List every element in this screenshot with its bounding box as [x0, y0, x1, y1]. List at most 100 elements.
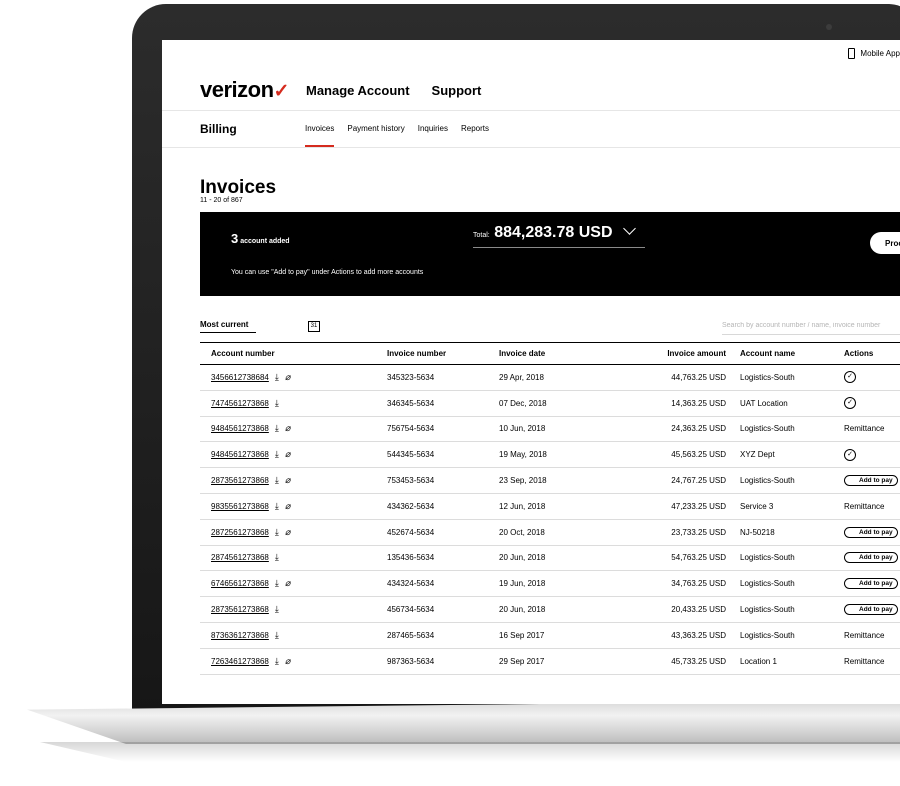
download-icon[interactable]: ⤓ — [275, 372, 279, 383]
remittance-link[interactable]: Remittance — [844, 657, 884, 666]
paperclip-icon[interactable]: ⌀ — [285, 501, 290, 512]
calendar-icon[interactable]: 31 — [308, 321, 320, 332]
download-icon[interactable]: ⤓ — [275, 527, 279, 538]
account-number-link[interactable]: 7263461273868 — [211, 657, 269, 666]
tab-inquiries[interactable]: Inquiries — [418, 124, 448, 133]
remittance-link[interactable]: Remittance — [844, 424, 884, 433]
cell-invoice-number: 753453-5634 — [387, 467, 499, 494]
cell-actions: ✓ — [844, 390, 900, 417]
cell-invoice-amount: 44,763.25 USD — [599, 364, 740, 391]
cell-actions: Add to pay — [844, 596, 900, 623]
screen: Mobile App verizon✓ Manage Account Suppo… — [162, 40, 900, 704]
download-icon[interactable]: ⤓ — [275, 501, 279, 512]
download-icon[interactable]: ⤓ — [275, 398, 279, 409]
account-number-link[interactable]: 2873561273868 — [211, 476, 269, 485]
cell-invoice-amount: 34,763.25 USD — [599, 570, 740, 598]
account-number-link[interactable]: 7474561273868 — [211, 399, 269, 408]
cell-account-number: 8736361273868 ⤓ — [200, 622, 387, 649]
search-input[interactable] — [722, 317, 900, 335]
add-to-pay-button[interactable]: Add to pay — [844, 552, 898, 564]
proceed-button[interactable]: Proceed — [870, 232, 900, 254]
filter-row: Most current 31 — [200, 316, 900, 340]
account-number-link[interactable]: 8736361273868 — [211, 631, 269, 640]
table-row: 9484561273868 ⤓ ⌀ 544345-5634 19 May, 2018 45… — [200, 441, 900, 469]
cell-invoice-amount: 47,233.25 USD — [599, 493, 740, 520]
cell-account-number: 7263461273868 ⤓ ⌀ — [200, 648, 387, 675]
result-count: 11 - 20 of 867 — [200, 197, 243, 204]
cell-account-number: 2873561273868 ⤓ — [200, 596, 387, 623]
cell-invoice-amount: 54,763.25 USD — [599, 545, 740, 572]
tab-invoices[interactable]: Invoices — [305, 124, 335, 147]
account-number-link[interactable]: 2872561273868 — [211, 528, 269, 537]
nav-manage-account[interactable]: Manage Account — [306, 83, 410, 98]
download-icon[interactable]: ⤓ — [275, 475, 279, 486]
account-number-link[interactable]: 9484561273868 — [211, 424, 269, 433]
cell-account-number: 9484561273868 ⤓ ⌀ — [200, 416, 387, 443]
download-icon[interactable]: ⤓ — [275, 604, 279, 615]
accounts-added-count: 3 — [231, 231, 239, 246]
account-number-link[interactable]: 2873561273868 — [211, 605, 269, 614]
total-value: 884,283.78 USD — [494, 224, 613, 241]
account-number-link[interactable]: 2874561273868 — [211, 553, 269, 562]
verizon-logo[interactable]: verizon✓ — [200, 77, 289, 103]
cell-account-name: XYZ Dept — [740, 441, 844, 469]
add-to-pay-button[interactable]: Add to pay — [844, 604, 898, 616]
check-circle-icon[interactable]: ✓ — [844, 448, 856, 461]
add-to-pay-button[interactable]: Add to pay — [844, 475, 898, 487]
check-circle-icon[interactable]: ✓ — [844, 397, 856, 410]
check-circle-icon[interactable]: ✓ — [844, 371, 856, 384]
col-header-account-name[interactable]: Account name — [740, 342, 844, 365]
add-to-pay-button[interactable]: Add to pay — [844, 526, 898, 538]
col-header-invoice-date[interactable]: Invoice date — [499, 342, 599, 365]
download-icon[interactable]: ⤓ — [275, 578, 279, 589]
remittance-link[interactable]: Remittance — [844, 631, 884, 640]
tab-reports[interactable]: Reports — [461, 124, 489, 133]
cell-invoice-amount: 23,733.25 USD — [599, 519, 740, 546]
paperclip-icon[interactable]: ⌀ — [285, 423, 290, 434]
sub-nav: Billing Invoices Payment history Inquiri… — [162, 110, 900, 148]
table-row: 2873561273868 ⤓ 456734-5634 20 Jun, 2018 20,… — [200, 596, 900, 623]
download-icon[interactable]: ⤓ — [275, 423, 279, 434]
add-to-pay-button[interactable]: Add to pay — [844, 578, 898, 590]
col-header-account-number[interactable]: Account number — [200, 342, 387, 365]
paperclip-icon[interactable]: ⌀ — [285, 578, 290, 589]
download-icon[interactable]: ⤓ — [275, 449, 279, 460]
tab-payment-history[interactable]: Payment history — [347, 124, 404, 133]
total-dropdown[interactable]: Total: 884,283.78 USD — [473, 222, 645, 248]
cell-invoice-date: 19 May, 2018 — [499, 441, 599, 469]
download-icon[interactable]: ⤓ — [275, 630, 279, 641]
nav-support[interactable]: Support — [432, 83, 482, 98]
mobile-app-link[interactable]: Mobile App — [848, 48, 900, 59]
paperclip-icon[interactable]: ⌀ — [285, 656, 290, 667]
cell-account-name: Logistics-South — [740, 596, 844, 623]
download-icon[interactable]: ⤓ — [275, 552, 279, 563]
account-number-link[interactable]: 9484561273868 — [211, 450, 269, 459]
paperclip-icon[interactable]: ⌀ — [285, 372, 290, 383]
cell-account-name: Logistics-South — [740, 467, 844, 494]
mobile-app-label: Mobile App — [860, 49, 900, 58]
account-number-link[interactable]: 6746561273868 — [211, 579, 269, 588]
cell-invoice-number: 756754-5634 — [387, 416, 499, 443]
cell-actions: Remittance — [844, 622, 900, 649]
cell-actions: Add to pay — [844, 545, 900, 572]
main-nav: Manage Account Support — [306, 83, 481, 98]
cell-invoice-amount: 24,767.25 USD — [599, 467, 740, 494]
cell-invoice-date: 10 Jun, 2018 — [499, 416, 599, 443]
sort-dropdown[interactable]: Most current — [200, 320, 248, 329]
total-label: Total: — [473, 232, 490, 239]
remittance-link[interactable]: Remittance — [844, 502, 884, 511]
col-header-invoice-amount[interactable]: Invoice amount — [599, 342, 740, 365]
chevron-down-icon — [623, 222, 636, 235]
cell-invoice-number: 345323-5634 — [387, 364, 499, 391]
account-number-link[interactable]: 9835561273868 — [211, 502, 269, 511]
table-row: 9484561273868 ⤓ ⌀ 756754-5634 10 Jun, 2018 24… — [200, 416, 900, 443]
paperclip-icon[interactable]: ⌀ — [285, 449, 290, 460]
paperclip-icon[interactable]: ⌀ — [285, 475, 290, 486]
col-header-invoice-number[interactable]: Invoice number — [387, 342, 499, 365]
download-icon[interactable]: ⤓ — [275, 656, 279, 667]
paperclip-icon[interactable]: ⌀ — [285, 527, 290, 538]
cell-account-number: 6746561273868 ⤓ ⌀ — [200, 570, 387, 598]
col-header-actions: Actions — [844, 342, 900, 365]
cell-actions: Remittance — [844, 416, 900, 443]
account-number-link[interactable]: 3456612738684 — [211, 373, 269, 382]
